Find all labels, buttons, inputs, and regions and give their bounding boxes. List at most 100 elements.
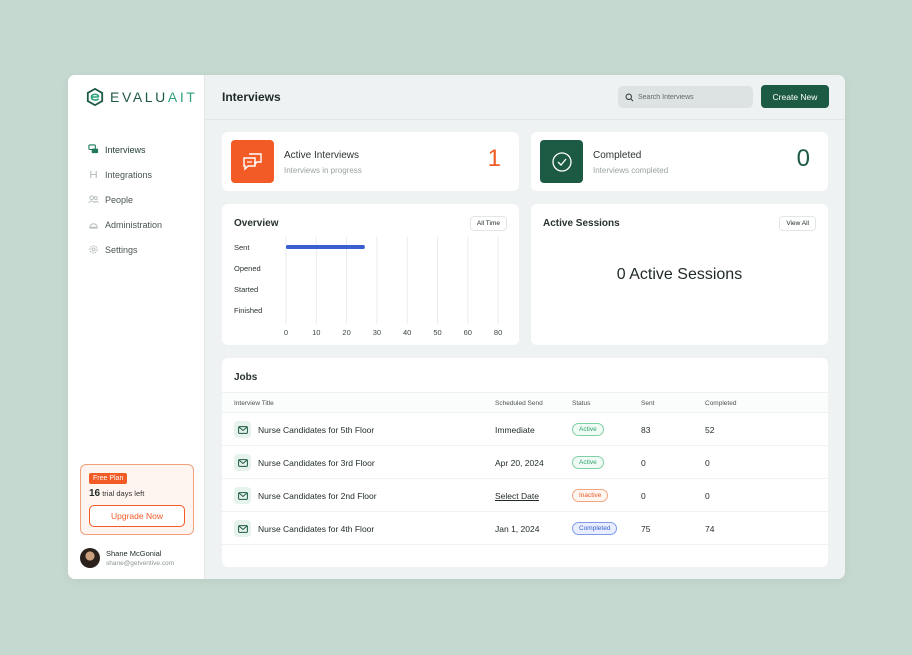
sidebar-item-label: Interviews [105, 144, 146, 155]
interview-title[interactable]: Nurse Candidates for 3rd Floor [258, 458, 375, 468]
avatar [80, 548, 100, 568]
integrations-icon [88, 169, 99, 180]
plan-card: Free Plan 16 trial days left Upgrade Now [80, 464, 194, 535]
column-header[interactable]: Interview Title [234, 400, 274, 407]
jobs-table-header: Interview Title Scheduled Send Status Se… [222, 392, 828, 413]
x-tick-label: 30 [373, 328, 381, 337]
table-row[interactable]: Nurse Candidates for 5th Floor Immediate… [222, 413, 828, 446]
column-header[interactable]: Sent [641, 400, 654, 407]
sidebar-item-settings[interactable]: Settings [88, 237, 162, 262]
search-box[interactable] [618, 86, 753, 108]
mail-icon [234, 487, 251, 504]
column-header[interactable]: Scheduled Send [495, 400, 543, 407]
select-date-link[interactable]: Select Date [495, 491, 539, 501]
sent-count: 83 [641, 425, 651, 435]
page-title: Interviews [222, 90, 281, 104]
completed-card[interactable]: Completed Interviews completed 0 [531, 132, 828, 191]
mail-icon [234, 520, 251, 537]
overview-card: Overview All Time 0 10 20 30 40 50 60 80 Sent Ope… [222, 204, 519, 345]
table-row[interactable]: Nurse Candidates for 4th Floor Jan 1, 20… [222, 512, 828, 545]
interview-title[interactable]: Nurse Candidates for 2nd Floor [258, 491, 377, 501]
plan-badge: Free Plan [89, 473, 128, 484]
sidebar-item-label: Settings [105, 244, 138, 255]
active-interviews-title: Active Interviews [284, 150, 360, 161]
completed-count: 74 [705, 524, 715, 534]
logo-text: EVALUAIT [110, 89, 198, 105]
status-badge: Inactive [572, 489, 609, 502]
search-input[interactable] [638, 93, 748, 101]
active-sessions-message: 0 Active Sessions [616, 266, 743, 283]
active-interviews-card[interactable]: Active Interviews Interviews in progress… [222, 132, 519, 191]
mail-icon [234, 454, 251, 471]
active-sessions-title: Active Sessions [543, 218, 620, 229]
x-tick-label: 40 [403, 328, 411, 337]
sent-count: 75 [641, 524, 651, 534]
user-profile[interactable]: Shane McGonial shane@getventive.com [80, 548, 174, 568]
column-header[interactable]: Completed [705, 400, 736, 407]
column-header[interactable]: Status [572, 400, 590, 407]
check-circle-icon [540, 140, 583, 183]
table-row[interactable]: Nurse Candidates for 3rd Floor Apr 20, 2… [222, 446, 828, 479]
x-tick-label: 60 [464, 328, 472, 337]
app-window: EVALUAIT Interviews Integrations People [68, 75, 845, 579]
completed-value: 0 [796, 145, 810, 172]
logo-icon [86, 88, 104, 106]
status-badge: Active [572, 423, 604, 436]
sidebar-item-interviews[interactable]: Interviews [88, 137, 162, 162]
trial-days-text: 16 trial days left [89, 488, 145, 499]
user-name: Shane McGonial [106, 549, 162, 558]
admin-icon [88, 219, 99, 230]
search-icon [625, 93, 634, 101]
upgrade-button[interactable]: Upgrade Now [89, 505, 185, 527]
status-badge: Active [572, 456, 604, 469]
user-email: shane@getventive.com [106, 560, 175, 567]
jobs-title: Jobs [234, 372, 258, 383]
y-category-label: Started [234, 285, 258, 294]
x-tick-label: 10 [312, 328, 320, 337]
sidebar-item-integrations[interactable]: Integrations [88, 162, 162, 187]
chat-bubbles-icon [231, 140, 274, 183]
completed-count: 52 [705, 425, 715, 435]
top-header: Interviews Create New [205, 75, 845, 120]
sidebar-item-administration[interactable]: Administration [88, 212, 162, 237]
x-tick-label: 20 [342, 328, 350, 337]
mail-icon [234, 421, 251, 438]
create-new-button[interactable]: Create New [761, 85, 829, 108]
people-icon [88, 194, 99, 205]
scheduled-send: Jan 1, 2024 [495, 524, 540, 534]
scheduled-send: Immediate [495, 425, 535, 435]
sent-count: 0 [641, 491, 646, 501]
completed-title: Completed [593, 150, 642, 161]
completed-count: 0 [705, 458, 710, 468]
x-tick-label: 80 [494, 328, 502, 337]
completed-count: 0 [705, 491, 710, 501]
x-tick-label: 0 [284, 328, 288, 337]
table-row[interactable]: Nurse Candidates for 2nd Floor Select Da… [222, 479, 828, 512]
sent-count: 0 [641, 458, 646, 468]
y-category-label: Sent [234, 243, 250, 252]
sidebar-item-label: Administration [105, 219, 163, 230]
status-badge: Completed [572, 522, 618, 535]
active-interviews-value: 1 [487, 145, 501, 172]
sidebar: EVALUAIT Interviews Integrations People [68, 75, 205, 579]
completed-subtitle: Interviews completed [593, 166, 669, 175]
sidebar-item-label: Integrations [105, 169, 153, 180]
active-sessions-card: Active Sessions View All 0 Active Sessio… [531, 204, 828, 345]
y-category-label: Finished [234, 306, 262, 315]
logo[interactable]: EVALUAIT [86, 88, 197, 106]
scheduled-send: Apr 20, 2024 [495, 458, 544, 468]
view-all-button[interactable]: View All [779, 216, 816, 231]
sidebar-nav: Interviews Integrations People Administr… [88, 137, 162, 262]
chat-icon [88, 144, 99, 155]
y-category-label: Opened [234, 264, 261, 273]
bar-sent [286, 245, 365, 249]
gear-icon [88, 244, 99, 255]
x-tick-label: 50 [433, 328, 441, 337]
overview-chart: 0 10 20 30 40 50 60 80 Sent Opened Started Finished [234, 237, 502, 337]
interview-title[interactable]: Nurse Candidates for 5th Floor [258, 425, 374, 435]
interview-title[interactable]: Nurse Candidates for 4th Floor [258, 524, 374, 534]
jobs-card: Jobs Interview Title Scheduled Send Stat… [222, 358, 828, 567]
sidebar-item-people[interactable]: People [88, 187, 162, 212]
active-interviews-subtitle: Interviews in progress [284, 166, 362, 175]
sidebar-item-label: People [105, 194, 134, 205]
